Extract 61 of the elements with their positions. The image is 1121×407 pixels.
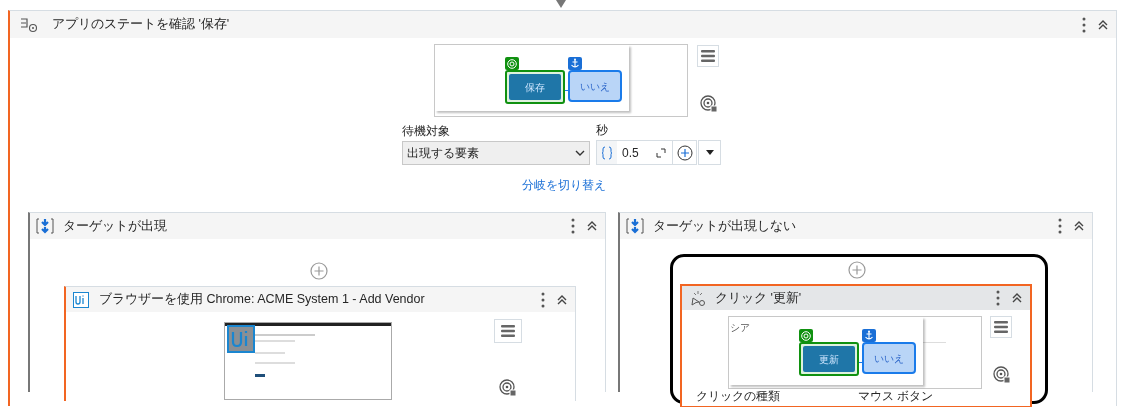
expand-icon <box>656 147 666 158</box>
target-icon <box>993 366 1011 384</box>
anchor-icon <box>862 329 876 342</box>
chevrons-up-icon <box>1097 18 1109 31</box>
chevrons-up-icon <box>1011 292 1023 304</box>
more-options-icon <box>996 290 1000 306</box>
add-button[interactable] <box>673 140 697 165</box>
target-element: 保存 <box>505 70 565 104</box>
add-activity-icon <box>310 262 328 280</box>
menu-icon <box>701 50 715 62</box>
more-options-icon <box>571 218 575 234</box>
field-label: 待機対象 <box>402 124 451 139</box>
target-icon <box>499 379 517 397</box>
activity-title: ブラウザーを使用 Chrome: ACME System 1 - Add Vendor <box>99 291 426 309</box>
more-options-icon <box>541 291 545 308</box>
check-state-icon <box>20 16 38 33</box>
click-icon <box>689 289 707 307</box>
menu-button[interactable] <box>697 45 719 67</box>
caret-icon <box>704 149 715 156</box>
activity-title: ターゲットが出現しない <box>653 217 797 235</box>
menu-button[interactable] <box>494 319 522 343</box>
preview-text: シア <box>730 321 750 335</box>
collapse-button[interactable] <box>585 219 599 233</box>
switch-branches-link[interactable]: 分岐を切り替え <box>522 176 606 194</box>
anchor-element: いいえ <box>568 70 622 102</box>
target-icon <box>799 329 813 342</box>
chevrons-up-icon <box>586 220 598 232</box>
anchor-icon <box>568 57 582 70</box>
collapse-button[interactable] <box>1072 219 1086 233</box>
field-label: マウス ボタン <box>858 390 934 403</box>
field-value: 0.5 <box>622 144 640 162</box>
more-options-icon <box>1058 218 1062 234</box>
ui-logo-icon <box>227 325 255 353</box>
activity-title: アプリのステートを確認 '保存' <box>52 16 231 34</box>
activity-title: クリック '更新' <box>715 289 803 307</box>
menu-icon <box>994 321 1008 333</box>
collapse-button[interactable] <box>1010 291 1024 305</box>
ui-logo-icon <box>73 291 89 308</box>
activity-title: ターゲットが出現 <box>63 217 168 235</box>
expression-icon <box>597 141 617 164</box>
branch-icon <box>626 218 644 234</box>
chevrons-up-icon <box>556 293 568 306</box>
field-label: クリックの種類 <box>696 390 780 403</box>
chevrons-up-icon <box>1073 220 1085 232</box>
anchor-element: いいえ <box>862 342 916 374</box>
add-icon <box>676 144 693 161</box>
arrow-head-icon <box>556 0 566 8</box>
wait-for-dropdown[interactable]: 出現する要素 <box>402 141 590 165</box>
target-icon <box>700 95 718 113</box>
chevron-down-icon <box>575 150 585 156</box>
branch-icon <box>36 218 54 234</box>
dropdown-button[interactable] <box>698 140 721 165</box>
dropdown-value: 出現する要素 <box>407 145 479 162</box>
field-label: 秒 <box>596 123 609 138</box>
menu-button[interactable] <box>990 316 1012 338</box>
more-options-icon <box>1082 16 1086 33</box>
add-activity-icon <box>848 261 866 279</box>
target-element: 更新 <box>799 342 859 376</box>
seconds-field[interactable]: 0.5 <box>596 140 673 165</box>
target-icon <box>505 57 519 70</box>
menu-icon <box>501 325 515 337</box>
